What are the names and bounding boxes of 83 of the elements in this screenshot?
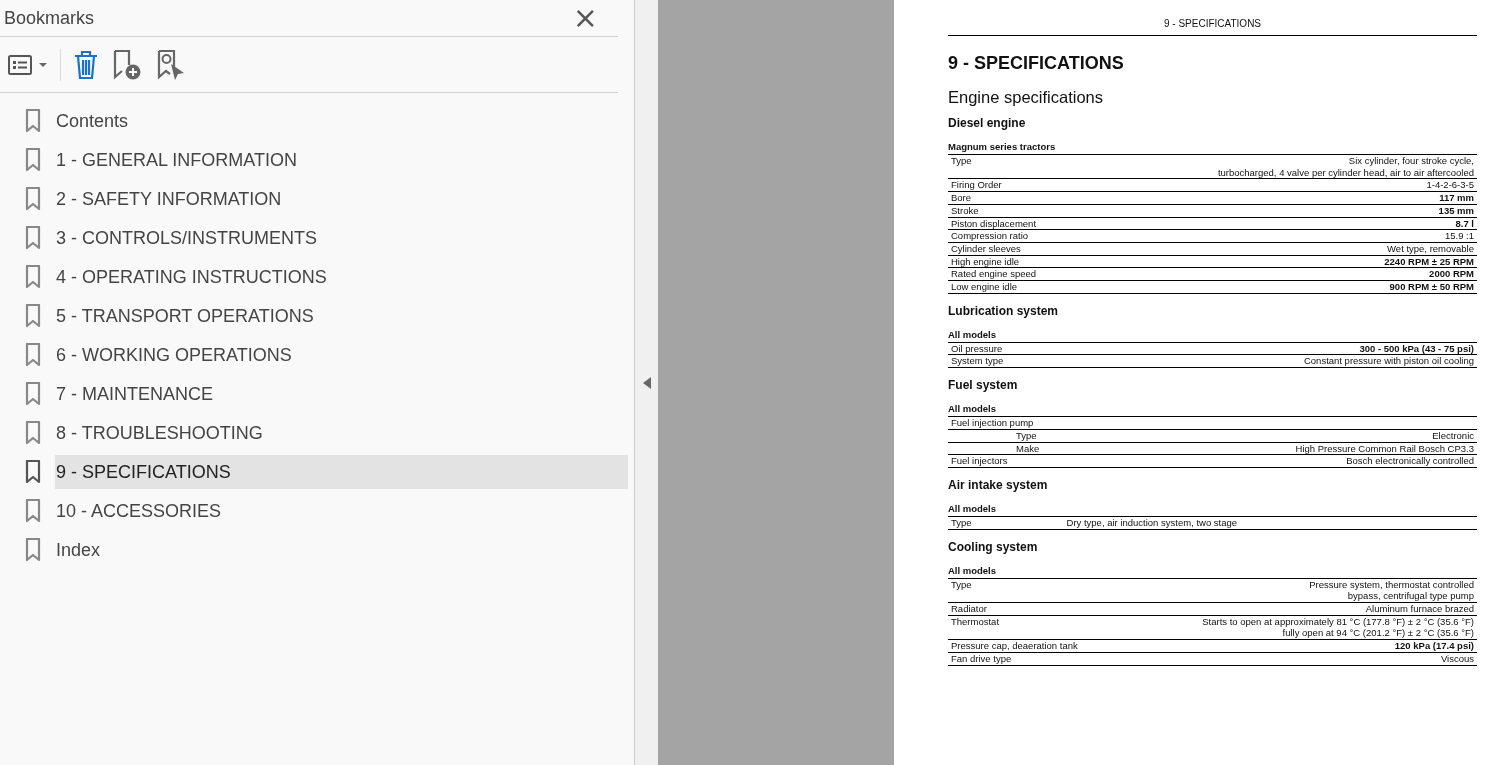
spec-value: 2000 RPM bbox=[1429, 268, 1474, 281]
spec-label: Make bbox=[1015, 442, 1040, 455]
bookmark-item[interactable]: 7 - MAINTENANCE bbox=[55, 376, 628, 411]
spec-value: 2240 RPM ± 25 RPM bbox=[1384, 255, 1474, 268]
spec-label: Compression ratio bbox=[951, 230, 1029, 242]
section-heading: Lubrication system bbox=[948, 303, 1060, 318]
bookmark-icon bbox=[25, 537, 41, 562]
bookmark-item[interactable]: 3 - CONTROLS/INSTRUMENTS bbox=[55, 220, 628, 255]
spec-value: Six cylinder, four stroke cycle, turbocharged, 4 valve per cylinder head, air to air aftercooled bbox=[1217, 155, 1474, 179]
section-heading: Cooling system bbox=[948, 539, 1039, 554]
spec-value: Aluminum furnace brazed bbox=[1365, 603, 1474, 615]
spec-label: Type bbox=[951, 578, 972, 592]
bookmark-icon bbox=[25, 459, 41, 484]
bookmark-icon bbox=[25, 381, 41, 406]
spec-label: Thermostat bbox=[951, 615, 1000, 629]
bookmark-icon bbox=[25, 147, 41, 172]
spec-value: 120 kPa (17.4 psi) bbox=[1394, 640, 1474, 652]
spec-label: Bore bbox=[951, 192, 972, 204]
chapter-title: 9 - SPECIFICATIONS bbox=[948, 53, 1125, 74]
spec-label: Fuel injectors bbox=[951, 455, 1008, 467]
spec-label: Oil pressure bbox=[951, 342, 1003, 355]
bookmark-item[interactable]: 6 - WORKING OPERATIONS bbox=[55, 337, 628, 372]
spec-label: Fan drive type bbox=[951, 652, 1012, 665]
spec-value: 15.9 :1 bbox=[1444, 230, 1474, 242]
bookmark-item[interactable]: 5 - TRANSPORT OPERATIONS bbox=[55, 298, 628, 333]
spec-label: Cylinder sleeves bbox=[951, 242, 1021, 255]
section-heading: Fuel system bbox=[948, 378, 1019, 393]
page-header: 9 - SPECIFICATIONS bbox=[948, 18, 1477, 36]
bookmark-item[interactable]: Contents bbox=[55, 103, 628, 138]
spec-label: Fuel injection pump bbox=[951, 417, 1034, 429]
bookmark-icon bbox=[25, 342, 41, 367]
close-button[interactable]: × bbox=[566, 3, 604, 33]
bookmark-icon bbox=[25, 303, 41, 328]
section-heading: Air intake system bbox=[948, 477, 1049, 492]
spec-label: Radiator bbox=[951, 603, 987, 615]
spec-label: Rated engine speed bbox=[951, 268, 1037, 281]
spec-label: Stroke bbox=[951, 204, 979, 217]
spec-label: Low engine idle bbox=[951, 281, 1018, 293]
spec-value: 117 mm bbox=[1439, 192, 1474, 204]
bookmark-icon bbox=[25, 264, 41, 289]
spec-value: Dry type, air induction system, two stage bbox=[1065, 516, 1239, 529]
bookmark-item[interactable]: 8 - TROUBLESHOOTING bbox=[55, 415, 628, 450]
spec-label: Type bbox=[951, 516, 972, 529]
spec-value: Pressure system, thermostat controlled bypass, centrifugal type pump bbox=[1309, 578, 1474, 603]
bookmark-icon bbox=[25, 108, 41, 133]
group-label: All models bbox=[948, 403, 998, 415]
section-heading: Diesel engine bbox=[948, 116, 1027, 130]
bookmark-item[interactable]: 9 - SPECIFICATIONS bbox=[55, 454, 628, 489]
spec-label: Piston displacement bbox=[951, 217, 1037, 230]
spec-label: Type bbox=[1015, 429, 1037, 442]
spec-value: Wet type, removable bbox=[1387, 242, 1474, 255]
spec-value: 900 RPM ± 50 RPM bbox=[1389, 281, 1474, 293]
spec-value: Electronic bbox=[1432, 429, 1474, 442]
spec-value: Viscous bbox=[1440, 652, 1474, 665]
spec-label: High engine idle bbox=[951, 255, 1020, 268]
spec-label: Type bbox=[951, 155, 972, 168]
spec-value: 1-4-2-6-3-5 bbox=[1426, 179, 1474, 192]
group-label: All models bbox=[948, 328, 998, 340]
spec-value: 135 mm bbox=[1438, 204, 1474, 217]
bookmark-item[interactable]: Index bbox=[55, 532, 628, 567]
group-label: All models bbox=[948, 502, 998, 514]
bookmark-icon bbox=[25, 420, 41, 445]
spec-label: System type bbox=[951, 355, 1004, 368]
spec-value: Bosch electronically controlled bbox=[1346, 455, 1474, 467]
bookmark-icon bbox=[25, 498, 41, 523]
section-title: Engine specifications bbox=[948, 88, 1104, 107]
spec-value: 8.7 l bbox=[1455, 217, 1474, 230]
spec-value: High Pressure Common Rail Bosch CP3.3 bbox=[1295, 442, 1474, 455]
spec-value: Starts to open at approximately 81 °C (177.8 °F) ± 2 °C (35.6 °F) fully open at 94 °C (201.2 °F) ± 2 °C (35.6 °F) bbox=[1202, 615, 1474, 640]
spec-label: Firing Order bbox=[951, 179, 1002, 192]
spec-value: 300 - 500 kPa (43 - 75 psi) bbox=[1359, 342, 1474, 355]
bookmark-item[interactable]: 2 - SAFETY INFORMATION bbox=[55, 181, 628, 216]
collapse-icon[interactable] bbox=[642, 376, 651, 389]
panel-title: Bookmarks bbox=[4, 7, 95, 29]
bookmark-item[interactable]: 10 - ACCESSORIES bbox=[55, 493, 628, 528]
spec-value: Constant pressure with piston oil cooling bbox=[1303, 355, 1474, 368]
bookmark-icon bbox=[25, 225, 41, 250]
group-label: All models bbox=[948, 564, 998, 576]
bookmark-item[interactable]: 1 - GENERAL INFORMATION bbox=[55, 142, 628, 177]
spec-label: Pressure cap, deaeration tank bbox=[951, 640, 1078, 652]
group-label: Magnum series tractors bbox=[948, 141, 1057, 152]
bookmark-item[interactable]: 4 - OPERATING INSTRUCTIONS bbox=[55, 259, 628, 294]
bookmark-icon bbox=[25, 186, 41, 211]
